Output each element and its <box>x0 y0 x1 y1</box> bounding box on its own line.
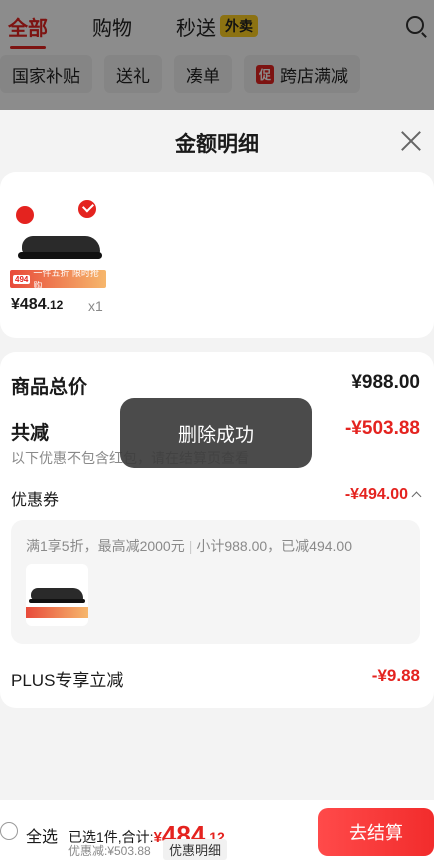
total-label: 商品总价 <box>11 377 88 398</box>
coupon-product-thumbnail <box>26 564 88 626</box>
discount-summary: 优惠减:¥503.88 <box>68 844 151 858</box>
coupon-toggle[interactable]: -¥494.00 <box>344 486 422 504</box>
coupon-label: 优惠券 <box>11 492 60 509</box>
coupon-description: 满1享5折，最高减2000元 | 小计988.00，已减494.00 <box>26 538 352 554</box>
promo-badge-icon <box>16 206 34 224</box>
select-all-label[interactable]: 全选 <box>26 823 58 847</box>
coupon-subtotal: 小计988.00，已减494.00 <box>196 538 352 554</box>
price-symbol: ¥ <box>11 296 20 313</box>
coupon-value: -¥494.00 <box>344 486 408 503</box>
amount-detail-sheet: 金额明细 494 一件五折 限时抢购 ¥484.12 x1 商品总价 ¥988.0… <box>0 110 434 864</box>
checkout-bar: 全选 已选1件,合计:¥484.12 优惠减:¥503.88 优惠明细 去结算 <box>0 800 434 864</box>
promo-strip: 494 一件五折 限时抢购 <box>10 268 106 291</box>
plus-discount-label: PLUS专享立减 <box>11 671 124 690</box>
toast-message: 删除成功 <box>120 398 312 468</box>
select-all-radio[interactable] <box>0 822 18 840</box>
promo-strip-price: 494 <box>13 274 31 284</box>
chevron-up-icon <box>411 491 422 502</box>
product-price: ¥484.12 <box>11 296 63 314</box>
product-quantity: x1 <box>88 298 103 314</box>
discount-value: -¥503.88 <box>344 418 420 439</box>
total-value: ¥988.00 <box>351 372 420 393</box>
total-symbol: ¥ <box>153 829 162 846</box>
coupon-rule: 满1享5折，最高减2000元 <box>26 538 185 554</box>
shoe-image <box>16 234 102 262</box>
product-card: 494 一件五折 限时抢购 ¥484.12 x1 <box>0 172 434 338</box>
coupon-details: 满1享5折，最高减2000元 | 小计988.00，已减494.00 <box>11 520 420 644</box>
discount-detail-button[interactable]: 优惠明细 <box>163 839 228 860</box>
promo-strip-text: 一件五折 限时抢购 <box>33 268 99 291</box>
price-integer: 484 <box>19 296 47 313</box>
price-decimal: .12 <box>46 298 64 312</box>
checkout-button[interactable]: 去结算 <box>318 808 434 856</box>
discount-label: 共减 <box>11 423 50 444</box>
sheet-title: 金额明细 <box>175 133 259 156</box>
checked-icon[interactable] <box>76 198 98 220</box>
plus-discount-value: -¥9.88 <box>371 666 420 685</box>
close-icon[interactable] <box>400 130 422 152</box>
